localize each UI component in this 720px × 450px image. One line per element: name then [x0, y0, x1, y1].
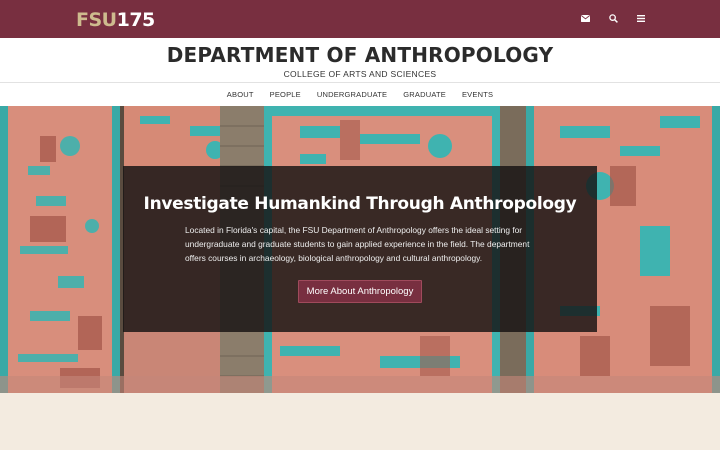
- department-masthead: DEPARTMENT OF ANTHROPOLOGY COLLEGE OF AR…: [0, 38, 720, 82]
- nav-item-people[interactable]: PEOPLE: [262, 90, 309, 99]
- logo-fsu-text: FSU: [76, 9, 117, 31]
- top-bar: FSU 175: [0, 0, 720, 38]
- nav-item-graduate[interactable]: GRADUATE: [395, 90, 454, 99]
- hero-title: Investigate Humankind Through Anthropolo…: [143, 194, 577, 214]
- nav-item-events[interactable]: EVENTS: [454, 90, 501, 99]
- nav-item-undergraduate[interactable]: UNDERGRADUATE: [309, 90, 395, 99]
- menu-icon[interactable]: [634, 11, 648, 25]
- content-area-below-hero: [0, 393, 720, 450]
- logo-year-text: 175: [116, 9, 156, 31]
- header-icon-group: [578, 11, 648, 25]
- search-icon[interactable]: [606, 11, 620, 25]
- college-subtitle[interactable]: COLLEGE OF ARTS AND SCIENCES: [0, 69, 720, 79]
- more-about-anthropology-button[interactable]: More About Anthropology: [298, 280, 422, 303]
- hero-description: Located in Florida's capital, the FSU De…: [185, 225, 530, 263]
- fsu-175-logo[interactable]: FSU 175: [76, 8, 155, 30]
- nav-item-about[interactable]: ABOUT: [219, 90, 262, 99]
- main-navigation: ABOUT PEOPLE UNDERGRADUATE GRADUATE EVEN…: [0, 82, 720, 106]
- department-title[interactable]: DEPARTMENT OF ANTHROPOLOGY: [0, 43, 720, 67]
- mail-icon[interactable]: [578, 11, 592, 25]
